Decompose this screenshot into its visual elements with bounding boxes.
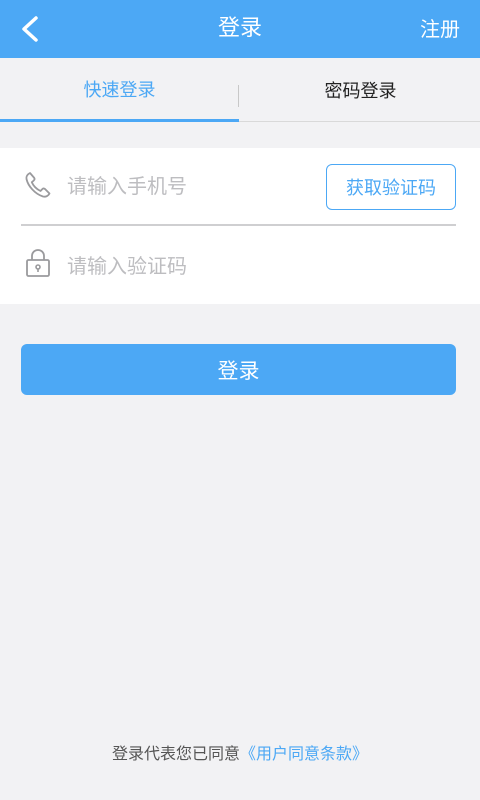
phone-input[interactable] <box>67 166 317 206</box>
page-title: 登录 <box>217 16 262 41</box>
code-input[interactable] <box>67 246 447 286</box>
phone-icon <box>21 168 55 202</box>
login-page: 登录 注册 快速登录 密码登录 获取验证码 <box>0 0 480 800</box>
tab-quick-login[interactable]: 快速登录 <box>0 58 239 122</box>
register-link[interactable]: 注册 <box>420 0 460 58</box>
get-code-button[interactable]: 获取验证码 <box>326 164 456 210</box>
chevron-left-icon <box>22 16 38 42</box>
agreement-text: 登录代表您已同意《用户同意条款》 <box>0 740 480 766</box>
phone-row: 获取验证码 <box>21 148 456 226</box>
back-button[interactable] <box>10 9 50 49</box>
tab-password-login[interactable]: 密码登录 <box>241 58 480 121</box>
top-bar: 登录 注册 <box>0 0 480 58</box>
login-button[interactable]: 登录 <box>21 344 456 395</box>
login-form: 获取验证码 <box>0 148 480 304</box>
login-tabs: 快速登录 密码登录 <box>0 58 480 122</box>
agreement-prefix: 登录代表您已同意 <box>111 744 240 763</box>
lock-icon <box>21 246 55 280</box>
terms-link[interactable]: 《用户同意条款》 <box>240 744 368 763</box>
tab-divider <box>238 85 239 107</box>
